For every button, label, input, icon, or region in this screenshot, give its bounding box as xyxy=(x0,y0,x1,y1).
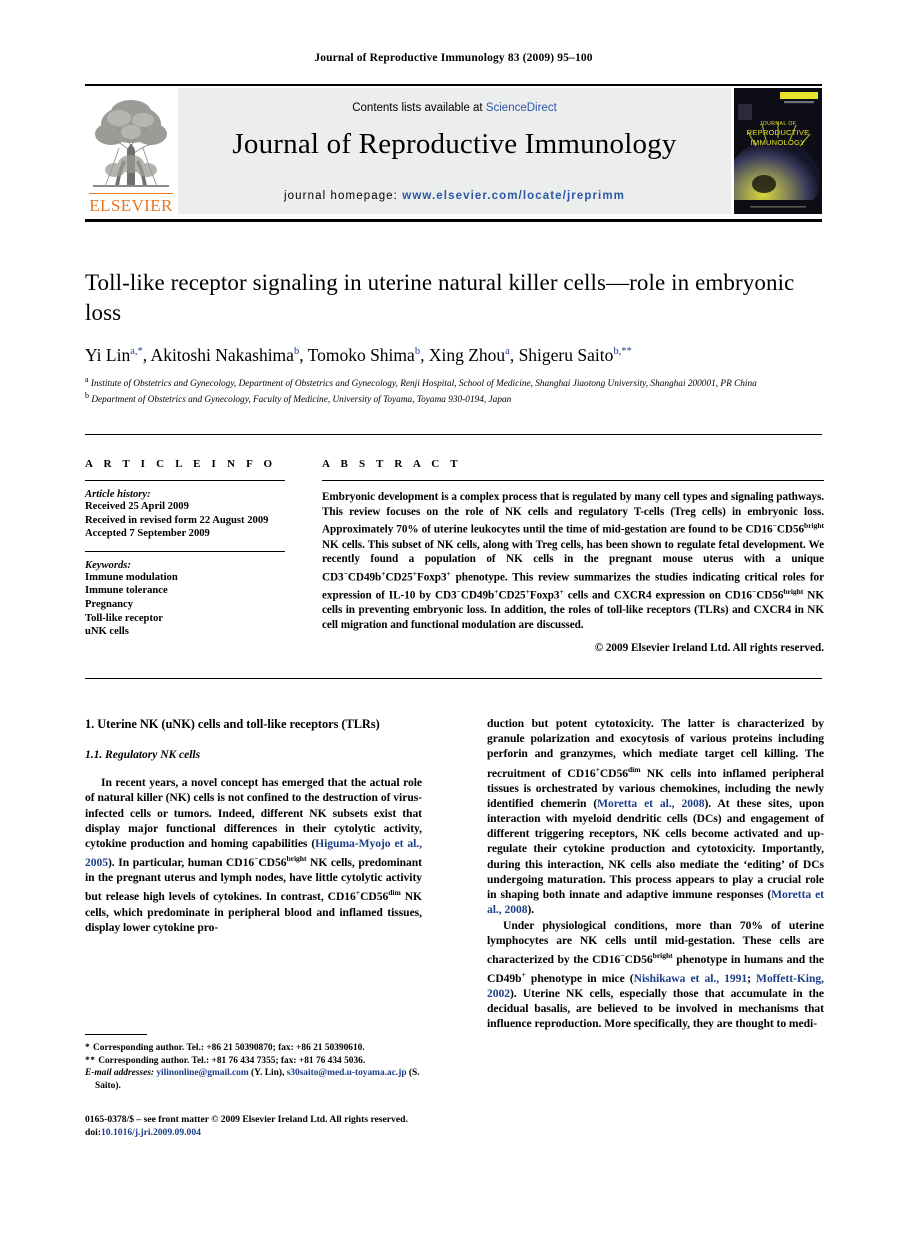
contents-prefix: Contents lists available at xyxy=(352,102,486,114)
email-link-lin[interactable]: yilinonline@gmail.com xyxy=(156,1068,248,1078)
body-paragraph: Under physiological conditions, more tha… xyxy=(487,918,824,1031)
keywords-rule xyxy=(85,550,285,552)
abstract-rule xyxy=(322,480,824,481)
keyword-item: Immune modulation xyxy=(85,571,178,583)
journal-cover-art: JOURNAL OF REPRODUCTIVE IMMUNOLOGY xyxy=(734,88,822,214)
article-history-label: Article history: xyxy=(85,489,151,500)
article-info-label: A R T I C L E I N F O xyxy=(85,458,277,470)
body-paragraph: duction but potent cytotoxicity. The lat… xyxy=(487,717,824,917)
title-divider xyxy=(85,434,822,435)
journal-title: Journal of Reproductive Immunology xyxy=(232,128,677,160)
affiliation-a: a Institute of Obstetrics and Gynecology… xyxy=(85,375,757,390)
article-history-received: Received 25 April 2009 xyxy=(85,501,189,512)
body-paragraph: In recent years, a novel concept has eme… xyxy=(85,776,423,934)
footnote-block: * Corresponding author. Tel.: +86 21 503… xyxy=(85,1034,422,1092)
footnote-corresponding-author-2: ** Corresponding author. Tel.: +81 76 43… xyxy=(85,1055,422,1067)
article-history-revised: Received in revised form 22 August 2009 xyxy=(85,514,269,526)
svg-text:JOURNAL OF: JOURNAL OF xyxy=(760,121,797,127)
issn-front-matter: 0165-0378/$ – see front matter © 2009 El… xyxy=(85,1114,408,1125)
journal-masthead: ELSEVIER Contents lists available at Sci… xyxy=(85,84,822,222)
footnote-marker: ** xyxy=(85,1055,99,1066)
svg-text:REPRODUCTIVE: REPRODUCTIVE xyxy=(747,128,810,137)
masthead-bottom-rule xyxy=(85,219,822,222)
footnote-text: Corresponding author. Tel.: +81 76 434 7… xyxy=(98,1055,366,1066)
masthead-top-rule xyxy=(85,84,822,86)
abstract-block: A B S T R A C T Embryonic development is… xyxy=(322,458,824,654)
keyword-item: uNK cells xyxy=(85,626,129,638)
affiliation-a-text: Institute of Obstetrics and Gynecology, … xyxy=(90,379,757,390)
elsevier-logo-rule xyxy=(89,192,173,194)
article-history-accepted: Accepted 7 September 2009 xyxy=(85,528,210,540)
body-column-right: duction but potent cytotoxicity. The lat… xyxy=(487,716,824,1032)
article-info-block: A R T I C L E I N F O Article history: R… xyxy=(85,458,300,639)
keyword-item: Pregnancy xyxy=(85,598,134,610)
paper-page: Journal of Reproductive Immunology 83 (2… xyxy=(0,0,907,1238)
body-column-left: 1. Uterine NK (uNK) cells and toll-like … xyxy=(85,716,422,935)
subsection-heading: 1.1. Regulatory NK cells xyxy=(85,748,201,761)
journal-cover-thumbnail: JOURNAL OF REPRODUCTIVE IMMUNOLOGY xyxy=(734,88,822,214)
abstract-copyright: © 2009 Elsevier Ireland Ltd. All rights … xyxy=(594,641,824,654)
footnote-rule xyxy=(85,1034,147,1036)
elsevier-wordmark: ELSEVIER xyxy=(89,196,173,215)
author-list: Yi Lina,*, Akitoshi Nakashimab, Tomoko S… xyxy=(85,344,632,365)
footnote-emails: E-mail addresses: yilinonline@gmail.com … xyxy=(85,1067,422,1092)
doi-label: doi: xyxy=(85,1126,101,1138)
elsevier-tree-icon xyxy=(93,100,169,187)
keyword-item: Toll-like receptor xyxy=(85,612,163,624)
email-link-saito[interactable]: s30saito@med.u-toyama.ac.jp xyxy=(287,1068,407,1078)
affiliation-b-text: Department of Obstetrics and Gynecology,… xyxy=(91,395,512,406)
footnote-corresponding-author-1: * Corresponding author. Tel.: +86 21 503… xyxy=(85,1042,422,1054)
abstract-label: A B S T R A C T xyxy=(322,458,462,470)
footnote-text: Corresponding author. Tel.: +86 21 50390… xyxy=(93,1043,365,1054)
svg-text:IMMUNOLOGY: IMMUNOLOGY xyxy=(751,138,806,147)
elsevier-logo: ELSEVIER xyxy=(85,90,177,216)
section-heading: 1. Uterine NK (uNK) cells and toll-like … xyxy=(85,717,380,731)
journal-homepage-line: journal homepage: www.elsevier.com/locat… xyxy=(178,190,731,202)
email-addresses-label: E-mail addresses: xyxy=(85,1068,155,1079)
page-footer: 0165-0378/$ – see front matter © 2009 El… xyxy=(85,1114,585,1139)
affiliation-b: b Department of Obstetrics and Gynecolog… xyxy=(85,391,512,406)
email-owner-lin: (Y. Lin), xyxy=(251,1068,285,1079)
doi-value[interactable]: 10.1016/j.jri.2009.09.004 xyxy=(101,1127,201,1138)
homepage-url-link[interactable]: www.elsevier.com/locate/jreprimm xyxy=(402,190,625,202)
footnote-marker: * xyxy=(85,1043,94,1054)
keywords-label: Keywords: xyxy=(85,559,131,571)
article-info-rule xyxy=(85,480,285,481)
masthead-center-panel: Contents lists available at ScienceDirec… xyxy=(178,88,731,214)
keyword-item: Immune tolerance xyxy=(85,585,168,597)
homepage-prefix: journal homepage: xyxy=(284,190,403,202)
running-head: Journal of Reproductive Immunology 83 (2… xyxy=(314,52,593,64)
abstract-text: Embryonic development is a complex proce… xyxy=(322,491,824,631)
page-title: Toll-like receptor signaling in uterine … xyxy=(85,270,795,325)
doi-line: doi:10.1016/j.jri.2009.09.004 xyxy=(85,1127,585,1140)
sciencedirect-link[interactable]: ScienceDirect xyxy=(486,102,557,114)
contents-available-line: Contents lists available at ScienceDirec… xyxy=(178,102,731,114)
affiliations: a Institute of Obstetrics and Gynecology… xyxy=(85,374,825,407)
abstract-bottom-divider xyxy=(85,678,822,679)
